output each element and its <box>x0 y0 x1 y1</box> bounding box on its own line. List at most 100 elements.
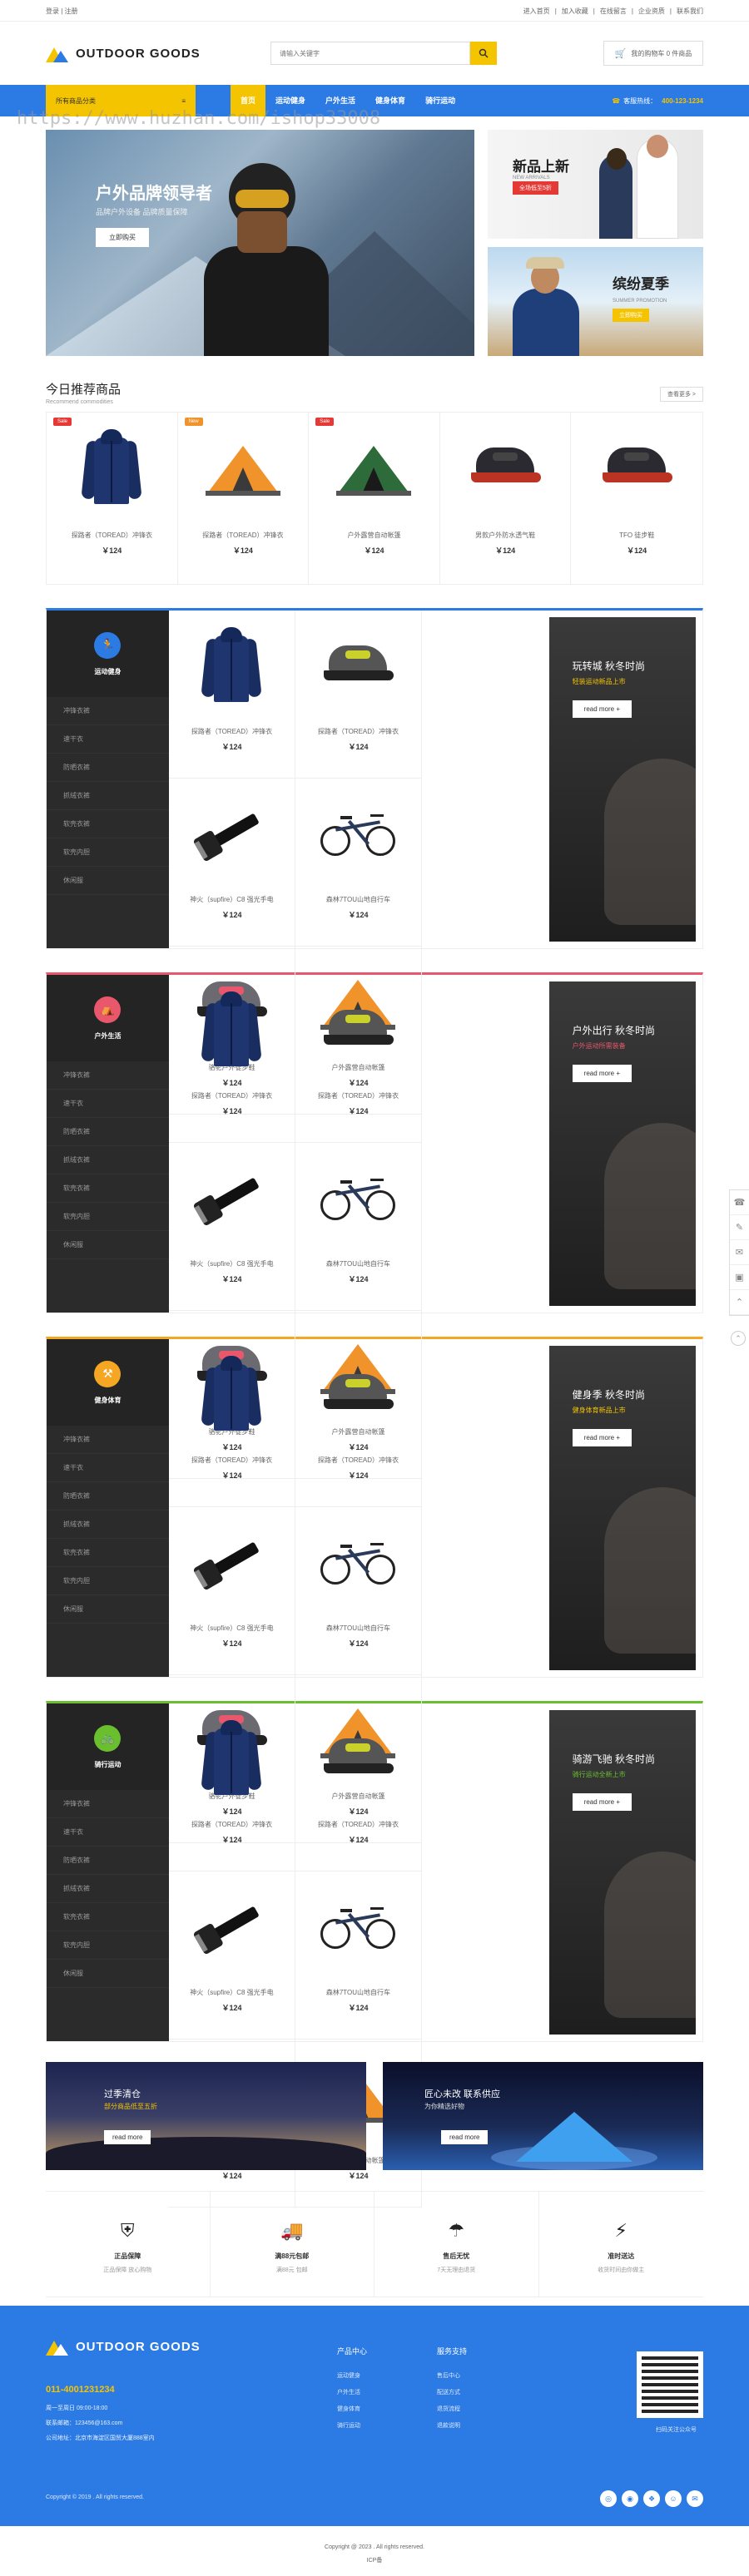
product-card[interactable]: 探路者（TOREAD）冲锋衣 ￥124 <box>168 611 295 779</box>
floor-title[interactable]: 骑行运动 <box>94 1760 121 1769</box>
floor-link[interactable]: 抓绒衣裤 <box>47 1146 169 1174</box>
floor-link[interactable]: 休闲服 <box>47 1960 169 1988</box>
product-card[interactable]: Sale 户外露营自动帐篷 ￥124 <box>309 413 440 584</box>
promo-banner[interactable]: 过季清仓 部分商品低至五折 read more <box>46 2062 366 2170</box>
floor-link[interactable]: 抓绒衣裤 <box>47 1875 169 1903</box>
floor-link[interactable]: 抓绒衣裤 <box>47 1510 169 1539</box>
more-button[interactable]: 查看更多 > <box>659 387 703 402</box>
float-tool-icon[interactable]: ▣ <box>730 1265 749 1290</box>
read-more-button[interactable]: read more <box>104 2130 151 2144</box>
footer-link[interactable]: 退款说明 <box>437 2418 467 2435</box>
floor-promo[interactable]: 骑游飞驰 秋冬时尚 骑行运动全新上市 read more + <box>548 1710 696 2035</box>
floor-link[interactable]: 防晒衣裤 <box>47 754 169 782</box>
floor-link[interactable]: 冲锋衣裤 <box>47 1790 169 1818</box>
product-name[interactable]: 森林7TOU山地自行车 <box>295 895 421 904</box>
float-tool-icon[interactable]: ✉ <box>730 1240 749 1265</box>
floor-link[interactable]: 休闲服 <box>47 1595 169 1624</box>
floor-link[interactable]: 软壳衣裤 <box>47 1539 169 1567</box>
product-name[interactable]: 森林7TOU山地自行车 <box>295 1259 421 1268</box>
nav-item[interactable]: 骑行运动 <box>415 85 465 116</box>
social-icon[interactable]: ◎ <box>600 2490 617 2507</box>
product-name[interactable]: 探路者（TOREAD）冲锋衣 <box>178 531 309 540</box>
floor-link[interactable]: 抓绒衣裤 <box>47 782 169 810</box>
product-name[interactable]: 探路者（TOREAD）冲锋衣 <box>169 1456 295 1465</box>
topbar-link[interactable]: 企业资质 <box>638 7 665 15</box>
product-card[interactable]: 男款户外防水透气鞋 ￥124 <box>440 413 572 584</box>
product-card[interactable]: 探路者（TOREAD）冲锋衣 ￥124 <box>168 975 295 1143</box>
floor-link[interactable]: 防晒衣裤 <box>47 1482 169 1510</box>
floor-promo[interactable]: 户外出行 秋冬时尚 户外运动所需装备 read more + <box>548 981 696 1306</box>
floor-link[interactable]: 防晒衣裤 <box>47 1847 169 1875</box>
product-card[interactable]: 探路者（TOREAD）冲锋衣 ￥124 <box>168 1703 295 1871</box>
product-name[interactable]: 探路者（TOREAD）冲锋衣 <box>169 727 295 736</box>
banner-button[interactable]: 立即购买 <box>96 228 149 247</box>
icp[interactable]: ICP备 <box>0 2554 749 2568</box>
logo[interactable]: OUTDOOR GOODS <box>46 44 270 62</box>
social-icon[interactable]: ☺ <box>665 2490 682 2507</box>
product-card[interactable]: TFO 徒步鞋 ￥124 <box>571 413 702 584</box>
floor-link[interactable]: 软壳衣裤 <box>47 1903 169 1931</box>
read-more-button[interactable]: read more + <box>572 1793 632 1811</box>
footer-link[interactable]: 运动健身 <box>337 2368 367 2385</box>
product-name[interactable]: 探路者（TOREAD）冲锋衣 <box>295 1820 421 1829</box>
product-name[interactable]: 探路者（TOREAD）冲锋衣 <box>47 531 177 540</box>
read-more-button[interactable]: read more + <box>572 1065 632 1082</box>
footer-link[interactable]: 退货流程 <box>437 2401 467 2418</box>
floor-link[interactable]: 防晒衣裤 <box>47 1118 169 1146</box>
product-card[interactable]: New 探路者（TOREAD）冲锋衣 ￥124 <box>178 413 310 584</box>
social-icon[interactable]: ✉ <box>687 2490 703 2507</box>
side-banner-summer[interactable]: 缤纷夏季 SUMMER PROMOTION 立即购买 <box>488 247 703 356</box>
floor-link[interactable]: 软壳内胆 <box>47 1931 169 1960</box>
product-card[interactable]: 探路者（TOREAD）冲锋衣 ￥124 <box>295 611 422 779</box>
product-card[interactable]: 森林7TOU山地自行车 ￥124 <box>295 779 422 947</box>
product-name[interactable]: 户外露营自动帐篷 <box>309 531 439 540</box>
product-name[interactable]: 探路者（TOREAD）冲锋衣 <box>169 1820 295 1829</box>
floor-link[interactable]: 软壳内胆 <box>47 1203 169 1231</box>
read-more-button[interactable]: read more + <box>572 1429 632 1446</box>
product-card[interactable]: Sale 探路者（TOREAD）冲锋衣 ￥124 <box>47 413 178 584</box>
floor-title[interactable]: 健身体育 <box>94 1396 121 1405</box>
floor-link[interactable]: 软壳衣裤 <box>47 1174 169 1203</box>
footer-link[interactable]: 售后中心 <box>437 2368 467 2385</box>
product-name[interactable]: 森林7TOU山地自行车 <box>295 1988 421 1997</box>
product-name[interactable]: 探路者（TOREAD）冲锋衣 <box>169 1091 295 1100</box>
float-tool-icon[interactable]: ✎ <box>730 1215 749 1240</box>
back-to-top-button[interactable]: ⌃ <box>731 1331 746 1346</box>
product-card[interactable]: 森林7TOU山地自行车 ￥124 <box>295 1143 422 1311</box>
side-banner-new[interactable]: 新品上新 NEW ARRIVALS 全场低至5折 <box>488 130 703 239</box>
footer-logo[interactable]: OUTDOOR GOODS <box>46 2337 201 2356</box>
floor-link[interactable]: 软壳衣裤 <box>47 810 169 838</box>
cart-button[interactable]: 🛒 我的购物车 0 件商品 <box>603 41 703 66</box>
product-card[interactable]: 神火（supfire）C8 强光手电 ￥124 <box>168 1871 295 2040</box>
floor-title[interactable]: 户外生活 <box>94 1031 121 1041</box>
floor-link[interactable]: 速干衣 <box>47 1818 169 1847</box>
login-links[interactable]: 登录 | 注册 <box>46 7 78 16</box>
social-icon[interactable]: ◉ <box>622 2490 638 2507</box>
floor-link[interactable]: 冲锋衣裤 <box>47 697 169 725</box>
floor-link[interactable]: 速干衣 <box>47 1090 169 1118</box>
product-card[interactable]: 森林7TOU山地自行车 ￥124 <box>295 1871 422 2040</box>
product-card[interactable]: 探路者（TOREAD）冲锋衣 ￥124 <box>168 1339 295 1507</box>
float-tool-icon[interactable]: ☎ <box>730 1190 749 1215</box>
floor-link[interactable]: 速干衣 <box>47 1454 169 1482</box>
search-button[interactable] <box>470 42 497 65</box>
product-name[interactable]: 男款户外防水透气鞋 <box>440 531 571 540</box>
product-card[interactable]: 森林7TOU山地自行车 ￥124 <box>295 1507 422 1675</box>
footer-link[interactable]: 健身体育 <box>337 2401 367 2418</box>
footer-link[interactable]: 配送方式 <box>437 2385 467 2401</box>
floor-link[interactable]: 软壳内胆 <box>47 1567 169 1595</box>
product-name[interactable]: TFO 徒步鞋 <box>571 531 702 540</box>
product-name[interactable]: 森林7TOU山地自行车 <box>295 1624 421 1633</box>
product-name[interactable]: 神火（supfire）C8 强光手电 <box>169 1259 295 1268</box>
read-more-button[interactable]: read more <box>441 2130 489 2144</box>
float-tool-icon[interactable]: ⌃ <box>730 1290 749 1315</box>
topbar-link[interactable]: 进入首页 <box>523 7 550 15</box>
main-slide[interactable]: 户外品牌领导者 品牌户外设备 品牌质量保障 立即购买 <box>46 130 474 356</box>
search-input[interactable] <box>270 42 470 65</box>
product-name[interactable]: 探路者（TOREAD）冲锋衣 <box>295 1456 421 1465</box>
product-name[interactable]: 探路者（TOREAD）冲锋衣 <box>295 1091 421 1100</box>
floor-link[interactable]: 休闲服 <box>47 1231 169 1259</box>
product-name[interactable]: 神火（supfire）C8 强光手电 <box>169 895 295 904</box>
floor-link[interactable]: 冲锋衣裤 <box>47 1426 169 1454</box>
product-name[interactable]: 神火（supfire）C8 强光手电 <box>169 1988 295 1997</box>
